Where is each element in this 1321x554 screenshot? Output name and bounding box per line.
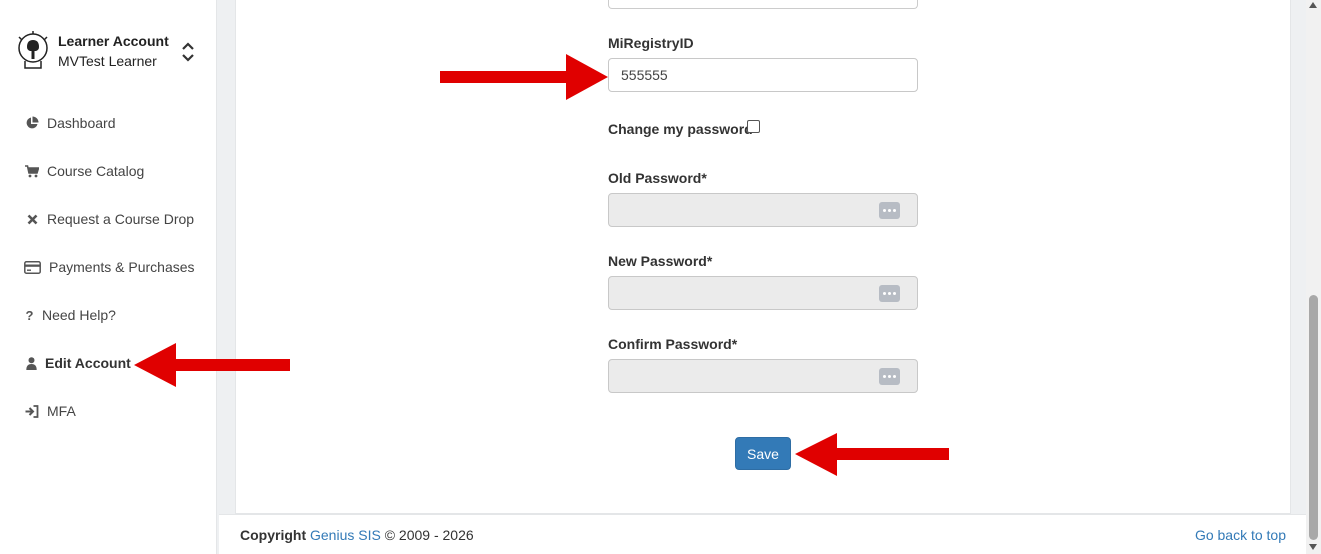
question-icon: ? (25, 307, 34, 323)
password-manager-icon[interactable] (879, 285, 900, 302)
sidebar-item-payments-purchases[interactable]: Payments & Purchases (24, 256, 195, 278)
password-manager-icon[interactable] (879, 202, 900, 219)
sidebar: Learner Account MVTest Learner Dashboard… (0, 0, 217, 554)
go-back-to-top-link[interactable]: Go back to top (1195, 527, 1286, 543)
sidebar-item-need-help[interactable]: ? Need Help? (24, 304, 116, 326)
new-password-label: New Password* (608, 253, 713, 269)
account-user-name: MVTest Learner (58, 53, 157, 69)
password-manager-icon[interactable] (879, 368, 900, 385)
sidebar-item-label: Payments & Purchases (49, 259, 195, 275)
miregistry-id-label: MiRegistryID (608, 35, 694, 51)
copyright-label: Copyright (240, 527, 307, 543)
cart-icon (24, 163, 40, 179)
sign-in-icon (24, 403, 40, 419)
footer: Copyright Genius SIS © 2009 - 2026 Go ba… (219, 514, 1306, 554)
save-button[interactable]: Save (735, 437, 791, 470)
sidebar-item-label: Dashboard (47, 115, 116, 131)
confirm-password-label: Confirm Password* (608, 336, 738, 352)
sidebar-item-label: Request a Course Drop (47, 211, 195, 227)
confirm-password-input[interactable] (608, 359, 918, 393)
change-password-checkbox[interactable] (747, 120, 760, 133)
old-password-label: Old Password* (608, 170, 707, 186)
sidebar-item-label: Need Help? (42, 307, 116, 323)
annotation-arrow-left-icon (795, 433, 949, 476)
x-icon (24, 211, 40, 227)
new-password-input[interactable] (608, 276, 918, 310)
page-scrollbar[interactable] (1306, 0, 1321, 554)
sidebar-item-edit-account[interactable]: Edit Account (24, 352, 131, 374)
previous-field-input[interactable] (608, 0, 918, 9)
annotation-arrow-left-icon (134, 343, 290, 387)
sidebar-item-label: MFA (47, 403, 76, 419)
sidebar-item-course-catalog[interactable]: Course Catalog (24, 160, 144, 182)
credit-card-icon (24, 259, 41, 275)
pie-chart-icon (24, 115, 40, 131)
old-password-input[interactable] (608, 193, 918, 227)
sidebar-item-label: Edit Account (45, 355, 131, 371)
sidebar-item-label: Course Catalog (47, 163, 145, 179)
learner-head-logo-icon (18, 31, 48, 69)
account-switcher[interactable]: Learner Account MVTest Learner (15, 30, 205, 72)
genius-sis-link[interactable]: Genius SIS (310, 527, 381, 543)
sidebar-item-dashboard[interactable]: Dashboard (24, 112, 116, 134)
user-icon (24, 355, 38, 371)
annotation-arrow-right-icon (440, 54, 608, 100)
copyright-text: Copyright Genius SIS © 2009 - 2026 (240, 527, 474, 543)
account-title: Learner Account (58, 33, 169, 49)
copyright-years: © 2009 - 2026 (384, 527, 474, 543)
scrollbar-thumb[interactable] (1309, 295, 1318, 540)
scroll-down-arrow-icon[interactable] (1309, 544, 1317, 550)
chevron-up-down-icon[interactable] (180, 40, 196, 64)
change-password-label: Change my password (608, 121, 753, 137)
sidebar-item-request-course-drop[interactable]: Request a Course Drop (24, 208, 194, 230)
scroll-up-arrow-icon[interactable] (1309, 2, 1317, 8)
sidebar-item-mfa[interactable]: MFA (24, 400, 76, 422)
miregistry-id-input[interactable] (608, 58, 918, 92)
